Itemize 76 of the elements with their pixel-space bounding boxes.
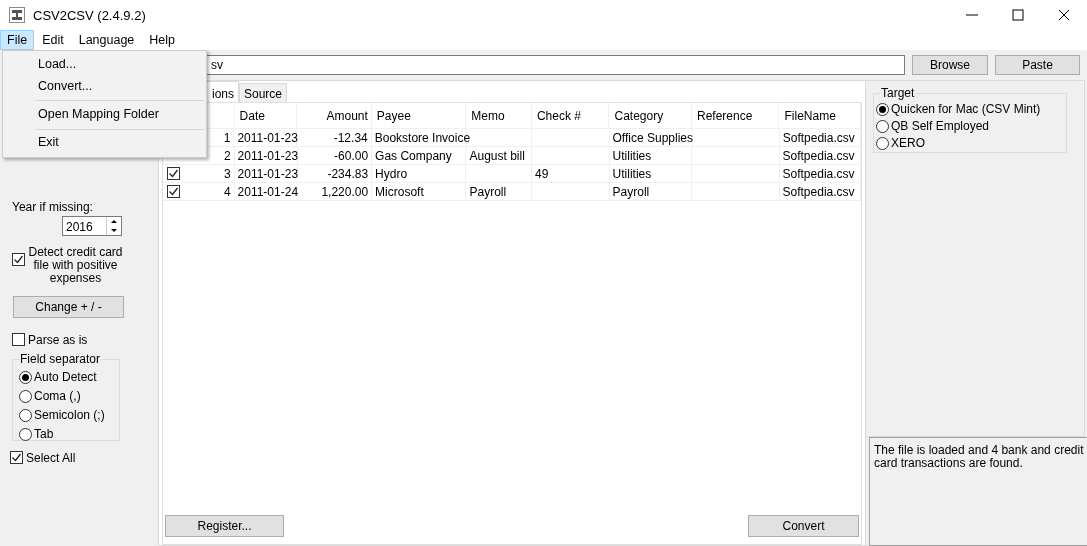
menu-item[interactable]: Help xyxy=(142,30,183,50)
radio-button[interactable] xyxy=(19,427,32,441)
radio-button[interactable] xyxy=(19,408,32,422)
column-header[interactable]: Payee xyxy=(371,103,467,128)
radio-button[interactable] xyxy=(19,370,32,384)
table-cell: Payroll xyxy=(612,185,650,199)
table-cell: August bill xyxy=(469,149,525,163)
table-cell: Gas Company xyxy=(375,149,452,163)
radio-button[interactable] xyxy=(876,136,889,150)
row-number: 2 xyxy=(223,149,231,164)
column-header[interactable]: Memo xyxy=(466,103,532,128)
table-cell: -12.34 xyxy=(333,131,368,145)
column-header[interactable]: FileName xyxy=(779,103,861,128)
radio-label: XERO xyxy=(891,136,925,150)
column-header[interactable]: Category xyxy=(609,103,692,128)
menu-entry[interactable]: Exit xyxy=(5,132,204,154)
radio-label: Semicolon (;) xyxy=(34,408,105,422)
paste-button[interactable]: Paste xyxy=(995,55,1080,75)
table-cell: Payroll xyxy=(469,185,507,199)
table-cell: 2011-01-23 xyxy=(237,167,299,181)
column-header[interactable]: Reference xyxy=(692,103,780,128)
menu-entry[interactable]: Open Mapping Folder xyxy=(5,104,204,126)
radio-label: QB Self Employed xyxy=(891,119,990,133)
table-cell: Softpedia.csv xyxy=(782,185,855,199)
table-cell: 2011-01-23 xyxy=(237,149,299,163)
table-cell: -234.83 xyxy=(327,167,369,181)
menu-item[interactable]: File xyxy=(0,30,35,50)
radio-label: Tab xyxy=(34,427,54,441)
table-cell: Utilities xyxy=(612,167,652,181)
tab[interactable]: Source xyxy=(239,83,288,102)
radio-button[interactable] xyxy=(876,102,889,116)
field-label: Year if missing: xyxy=(12,200,94,214)
group-title: Field separator xyxy=(19,352,102,366)
checkbox[interactable] xyxy=(12,333,25,346)
app-icon xyxy=(9,7,25,23)
convert-button[interactable]: Convert xyxy=(748,515,859,537)
column-header[interactable]: Date xyxy=(234,103,298,128)
checkbox-label: Detect credit card file with positive expenses xyxy=(28,246,123,285)
browse-button[interactable]: Browse xyxy=(912,55,988,75)
table-cell: Hydro xyxy=(375,167,408,181)
row-checkbox[interactable] xyxy=(167,185,180,198)
checkbox[interactable] xyxy=(10,451,23,464)
column-header[interactable]: Amount xyxy=(297,103,372,128)
table-cell: Office Supplies xyxy=(612,131,693,145)
status-message: The file is loaded and 4 bank and credit card transactions are found. xyxy=(869,437,1087,546)
radio-label: Auto Detect xyxy=(34,370,97,384)
table-cell: 49 xyxy=(535,167,549,181)
table-cell: Softpedia.csv xyxy=(782,131,855,145)
table-cell: Microsoft xyxy=(375,185,424,199)
table-cell: 1,220.00 xyxy=(321,185,369,199)
table-cell: Utilities xyxy=(612,149,652,163)
table-cell: Bookstore Invoice xyxy=(374,131,471,145)
row-checkbox[interactable] xyxy=(167,167,180,180)
radio-button[interactable] xyxy=(19,389,32,403)
menu-item[interactable]: Edit xyxy=(35,30,71,50)
table-cell: -60.00 xyxy=(334,149,369,163)
radio-button[interactable] xyxy=(876,119,889,133)
radio-label: Coma (,) xyxy=(34,389,81,403)
table-cell: 2011-01-24 xyxy=(237,185,299,199)
year-spinner[interactable]: 2016 xyxy=(62,216,122,236)
checkbox[interactable] xyxy=(12,253,25,266)
change-sign-button[interactable]: Change + / - xyxy=(13,296,124,318)
row-number: 3 xyxy=(223,167,231,182)
radio-label: Quicken for Mac (CSV Mint) xyxy=(891,102,1041,116)
group-title: Target xyxy=(880,86,916,100)
register-button[interactable]: Register... xyxy=(165,515,284,537)
column-header[interactable]: Check # xyxy=(531,103,610,128)
table-cell: 2011-01-23 xyxy=(237,131,298,145)
row-number: 4 xyxy=(223,185,231,200)
menu-item[interactable]: Language xyxy=(71,30,142,50)
table-cell: Softpedia.csv xyxy=(782,149,855,163)
checkbox-label: Parse as is xyxy=(28,333,88,347)
table-cell: Softpedia.csv xyxy=(782,167,855,181)
checkbox-label: Select All xyxy=(26,451,76,465)
row-number: 1 xyxy=(223,131,231,146)
window-title: CSV2CSV (2.4.9.2) xyxy=(33,7,147,23)
